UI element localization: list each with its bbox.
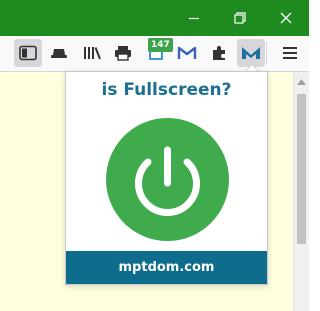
menu-icon: [283, 47, 297, 59]
window-titlebar: [0, 0, 309, 36]
restore-button[interactable]: [217, 0, 263, 36]
extensions-button[interactable]: [205, 39, 233, 67]
vertical-scrollbar[interactable]: [293, 72, 309, 311]
scrollbar-thumb[interactable]: [297, 94, 306, 244]
mptdom-icon: [242, 47, 260, 59]
gmail-icon: [177, 46, 197, 59]
library-button[interactable]: [78, 39, 106, 67]
close-button[interactable]: [263, 0, 309, 36]
extensions-puzzle-icon: [213, 46, 225, 60]
minimize-icon: [189, 17, 199, 20]
print-button[interactable]: [109, 39, 137, 67]
library-icon: [84, 47, 101, 60]
power-toggle-button[interactable]: [106, 118, 229, 241]
tab-count-badge: 147: [148, 38, 173, 52]
mptdom-extension-button[interactable]: [237, 39, 265, 67]
close-icon: [280, 12, 292, 24]
print-icon: [115, 46, 131, 61]
toolbar-separator: [266, 42, 267, 64]
toolbar-cap-icon: [51, 49, 67, 58]
restore-icon: [234, 12, 246, 24]
gmail-button[interactable]: [173, 39, 201, 67]
menu-button[interactable]: [276, 39, 304, 67]
toolbar-cap-button[interactable]: [45, 39, 73, 67]
extension-popup: is Fullscreen? mptdom.com: [65, 71, 268, 285]
popup-title: is Fullscreen?: [101, 80, 232, 100]
scroll-up-arrow-icon[interactable]: [297, 79, 306, 85]
popup-footer-link[interactable]: mptdom.com: [66, 251, 267, 284]
power-icon: [106, 118, 229, 241]
sidebar-button[interactable]: [14, 39, 42, 67]
minimize-button[interactable]: [171, 0, 217, 36]
sidebar-icon: [19, 45, 37, 61]
